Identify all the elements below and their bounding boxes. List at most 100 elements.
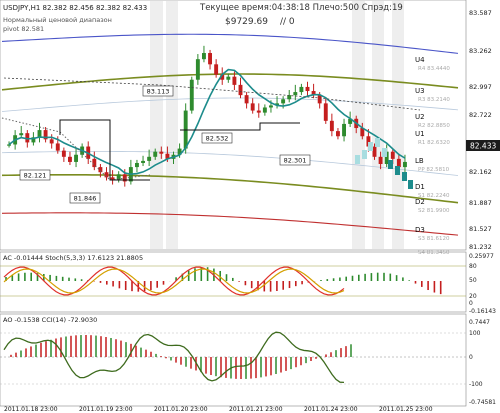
ac-tick-label: -0.16143 (469, 308, 496, 315)
price-tick-label: 82.997 (469, 83, 492, 91)
level-label-u3: U3 (415, 87, 425, 95)
session-band (372, 1, 384, 249)
candle-body (7, 144, 11, 146)
candle-body (342, 123, 346, 137)
forecast-bar (368, 142, 373, 151)
candle-body (305, 86, 310, 92)
normal-range-label: Нормальный ценовой диапазон (3, 16, 112, 24)
price-tick-label: 81.527 (469, 225, 492, 233)
candle-body (329, 120, 334, 132)
callout-value: 82.532 (206, 135, 229, 143)
candle-body (153, 151, 158, 157)
callout-value: 83.113 (147, 88, 170, 96)
candle-body (141, 160, 145, 163)
candle-body (226, 76, 231, 80)
candle-body (256, 110, 261, 113)
candle-body (244, 95, 249, 104)
candle-body (19, 133, 24, 136)
ac-tick-label: 0.25977 (469, 253, 494, 260)
level-label-u2: U2 (415, 113, 425, 121)
ac-title: AC -0.01444 Stoch(5,3,3) 17.6123 21.8805 (3, 254, 143, 262)
candle-body (232, 76, 237, 85)
candle-body (262, 107, 267, 113)
x-axis-label: 2011.01.24 23:00 (304, 406, 358, 413)
candle-body (208, 53, 212, 65)
balance: $9729.69 (225, 17, 268, 27)
candle-body (293, 92, 298, 96)
forecast-bar (408, 180, 413, 189)
candle-body (281, 99, 286, 104)
candle-body (202, 53, 206, 60)
candle-body (68, 156, 72, 162)
forecast-bar (402, 172, 407, 181)
candle-body (147, 156, 152, 161)
candle-body (104, 172, 109, 178)
candle-body (74, 154, 78, 162)
level-ghost-value: S3 81.6120 (418, 236, 450, 242)
candle-body (189, 79, 194, 111)
forecast-bar (382, 148, 387, 157)
candle-body (195, 59, 200, 80)
callout-value: 81.846 (74, 195, 97, 203)
price-tick-label: 82.722 (469, 111, 492, 119)
callout-value: 82.121 (24, 172, 47, 180)
level-label-lb: LB (415, 157, 424, 165)
x-axis-label: 2011.01.18 23:00 (4, 406, 58, 413)
level-ghost-value: R1 82.6320 (418, 140, 450, 146)
ac-tick-label: 50 (469, 277, 477, 284)
callout-value: 82.301 (284, 157, 307, 165)
ao-tick-label: -0.74581 (469, 399, 496, 406)
session-band (166, 1, 178, 249)
candle-body (336, 131, 340, 137)
candle-body (378, 156, 383, 164)
candle-body (159, 151, 164, 154)
candle-body (55, 143, 60, 151)
price-tick-label: 83.587 (469, 9, 492, 17)
slash-zero: // 0 (280, 17, 295, 27)
candle-body (214, 64, 219, 75)
level-label-d2: D2 (415, 198, 425, 206)
level-label-u4: U4 (415, 56, 425, 64)
ao-panel (0, 313, 467, 407)
candle-body (396, 158, 401, 168)
x-axis-label: 2011.01.21 23:00 (229, 406, 283, 413)
level-label-u1: U1 (415, 130, 425, 138)
ac-tick-label: 20 (469, 293, 477, 300)
candle-body (299, 86, 304, 93)
candle-body (250, 103, 255, 111)
price-tick-label: 82.162 (469, 168, 492, 176)
candle-body (317, 95, 322, 104)
forecast-bar (395, 166, 400, 175)
session-band (150, 1, 163, 249)
level-ghost-value: S4 81.3450 (418, 250, 450, 256)
x-axis-label: 2011.01.25 23:00 (379, 406, 433, 413)
current-price-label: 82.433 (470, 142, 496, 151)
level-ghost-value: R3 83.2140 (418, 97, 450, 103)
forecast-bar (375, 138, 380, 147)
price-tick-label: 83.262 (469, 47, 492, 55)
candle-body (61, 150, 66, 157)
level-ghost-value: R2 82.8850 (418, 123, 450, 129)
pivot-label: pivot 82.581 (3, 25, 44, 33)
x-axis-label: 2011.01.19 23:00 (79, 406, 133, 413)
level-label-d3: D3 (415, 226, 425, 234)
ao-tick-label: -100 (469, 381, 483, 388)
candle-body (238, 84, 243, 96)
candle-body (323, 103, 328, 121)
level-ghost-value: S2 81.9900 (418, 208, 450, 214)
candle-body (49, 139, 54, 144)
level-ghost-value: R4 83.4440 (418, 66, 450, 72)
candle-body (37, 130, 42, 138)
x-axis-label: 2011.01.20 23:00 (154, 406, 208, 413)
forecast-bar (362, 150, 367, 159)
ao-title: AO -0.1538 CCI(14) -72.9030 (3, 316, 97, 324)
forecast-bar (355, 155, 360, 164)
candle-body (135, 162, 139, 168)
level-label-d1: D1 (415, 183, 425, 191)
time-line: Текущее время:04:38:18 Плечо:500 Спрэд:1… (199, 3, 403, 13)
ao-tick-label: 0 (469, 354, 473, 361)
session-band (392, 1, 404, 249)
ao-tick-label: 100 (469, 330, 481, 337)
price-tick-label: 81.887 (469, 199, 492, 207)
trading-chart: U4 R4 83.4440 U3 R3 83.2140 U2 R2 82.8850U1 R1… (0, 0, 500, 413)
